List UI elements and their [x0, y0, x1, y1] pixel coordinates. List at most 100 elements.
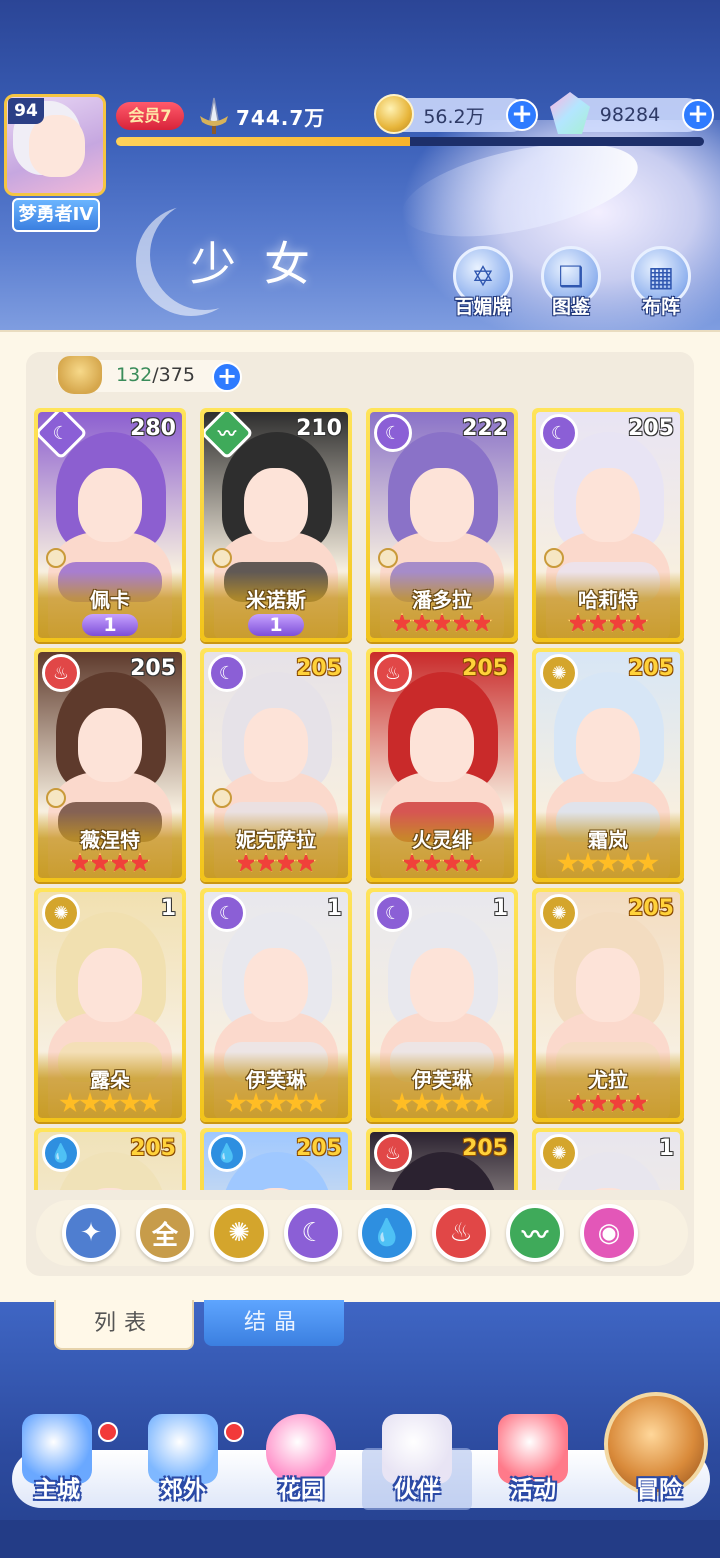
system-home-bar [0, 1520, 720, 1558]
encyclopedia-label: 图鉴 [551, 296, 590, 318]
nav-compass[interactable]: 郊外 [128, 1410, 244, 1510]
star-icon [607, 612, 629, 633]
character-portrait: ♨ 205 薇涅特 [38, 652, 182, 878]
star-icon [567, 1092, 589, 1113]
portrait-face [576, 708, 640, 782]
character-level: 205 [296, 1136, 342, 1161]
character-card[interactable]: ☾ 222 潘多拉 [366, 408, 518, 642]
power-display: 744.7万 [196, 96, 325, 136]
character-card[interactable]: ♨ 205 薇涅特 [34, 648, 186, 882]
add-gold-button[interactable]: + [506, 99, 538, 131]
character-name: 火灵绯 [412, 828, 472, 852]
character-level: 1 [326, 896, 342, 921]
nav-partner[interactable]: 伙伴 [362, 1414, 472, 1510]
tab-crystal[interactable]: 结晶 [204, 1300, 344, 1346]
character-name: 佩卡 [90, 588, 130, 612]
sun-element-icon: ✺ [540, 1134, 578, 1172]
star-icon [567, 612, 589, 633]
star-icon [471, 612, 493, 633]
star-icon [235, 852, 257, 873]
character-card[interactable]: 💧 205 [34, 1128, 186, 1190]
portrait-face [576, 948, 640, 1022]
vip-badge[interactable]: 会员7 [116, 102, 184, 130]
role-icon [46, 788, 66, 808]
role-icon [212, 548, 232, 568]
character-level: 222 [462, 416, 508, 441]
all-filter-icon[interactable]: 全 [136, 1204, 194, 1262]
nav-adventure[interactable]: 冒险 [604, 1410, 714, 1510]
character-portrait: ✺ 1 露朵 [38, 892, 182, 1118]
character-card[interactable]: 〰 210 米诺斯 1 [200, 408, 352, 642]
character-name: 薇涅特 [80, 828, 140, 852]
star-rating [204, 1092, 348, 1118]
fire-element-icon: ♨ [374, 654, 412, 692]
character-card[interactable]: ✺ 205 霜岚 [532, 648, 684, 882]
formation-button[interactable]: ▦ 布阵 [628, 246, 694, 319]
character-card[interactable]: ☾ 1 伊芙琳 [200, 888, 352, 1122]
star-icon [295, 852, 317, 873]
character-portrait: ☾ 205 哈莉特 [536, 412, 680, 638]
add-gems-button[interactable]: + [682, 99, 714, 131]
moon-filter-icon[interactable]: ☾ [284, 1204, 342, 1262]
star-icon [225, 1092, 247, 1113]
character-level: 1 [658, 1136, 674, 1161]
star-icon [577, 852, 599, 873]
nav-castle[interactable]: 主城 [2, 1410, 118, 1510]
star-icon [391, 612, 413, 633]
sun-element-icon: ✺ [42, 894, 80, 932]
roster-count-max: /375 [152, 364, 195, 386]
player-rank-badge[interactable]: 梦勇者IV [12, 198, 100, 232]
character-card[interactable]: ✺ 1 露朵 [34, 888, 186, 1122]
water-element-icon: 💧 [42, 1134, 80, 1172]
character-name: 霜岚 [588, 828, 628, 852]
character-card[interactable]: 💧 205 [200, 1128, 352, 1190]
card-collection-button[interactable]: ✡ 百媚牌 [450, 246, 516, 319]
encyclopedia-button[interactable]: ❑ 图鉴 [538, 246, 604, 319]
star-icon [431, 612, 453, 633]
star-icon [461, 852, 483, 873]
wing-rank-badge: 1 [248, 614, 304, 636]
portrait-face [410, 708, 474, 782]
exp-bar [116, 137, 704, 146]
tab-list[interactable]: 列表 [54, 1300, 194, 1350]
character-card[interactable]: ♨ 205 火灵绯 [366, 648, 518, 882]
star-icon [617, 852, 639, 873]
nav-gift[interactable]: 活动 [478, 1410, 588, 1510]
character-card[interactable]: ✺ 1 [532, 1128, 684, 1190]
character-card[interactable]: ☾ 205 哈莉特 [532, 408, 684, 642]
nav-heart[interactable]: 花园 [246, 1410, 356, 1510]
star-icon [119, 1092, 141, 1113]
star-filter-icon[interactable]: ✦ [62, 1204, 120, 1262]
star-rating [536, 1092, 680, 1118]
portrait-face [78, 468, 142, 542]
star-icon [627, 612, 649, 633]
power-value: 744.7万 [236, 105, 326, 130]
sun-filter-icon[interactable]: ✺ [210, 1204, 268, 1262]
star-icon [637, 852, 659, 873]
expand-roster-button[interactable]: + [212, 362, 242, 392]
nav-label: 冒险 [636, 1477, 682, 1503]
water-filter-icon[interactable]: 💧 [358, 1204, 416, 1262]
character-card[interactable]: ☾ 280 佩卡 1 [34, 408, 186, 642]
character-name: 妮克萨拉 [236, 828, 316, 852]
star-icon [59, 1092, 81, 1113]
fire-filter-icon[interactable]: ♨ [432, 1204, 490, 1262]
star-rating [370, 852, 514, 878]
character-portrait: 💧 205 [38, 1132, 182, 1190]
moon-element-icon: ☾ [374, 414, 412, 452]
character-card[interactable]: ☾ 1 伊芙琳 [366, 888, 518, 1122]
wind-filter-icon[interactable]: 〰 [506, 1204, 564, 1262]
gold-currency: 56.2万 + [374, 94, 538, 134]
character-level: 1 [160, 896, 176, 921]
character-card[interactable]: ☾ 205 妮克萨拉 [200, 648, 352, 882]
star-icon [471, 1092, 493, 1113]
exp-bar-fill [116, 137, 410, 146]
star-icon [139, 1092, 161, 1113]
character-card[interactable]: ✺ 205 尤拉 [532, 888, 684, 1122]
sword-icon [196, 96, 232, 136]
avatar-portrait [29, 115, 85, 177]
dark-filter-icon[interactable]: ◉ [580, 1204, 638, 1262]
star-icon [265, 1092, 287, 1113]
star-icon [401, 852, 423, 873]
character-card[interactable]: ♨ 205 [366, 1128, 518, 1190]
